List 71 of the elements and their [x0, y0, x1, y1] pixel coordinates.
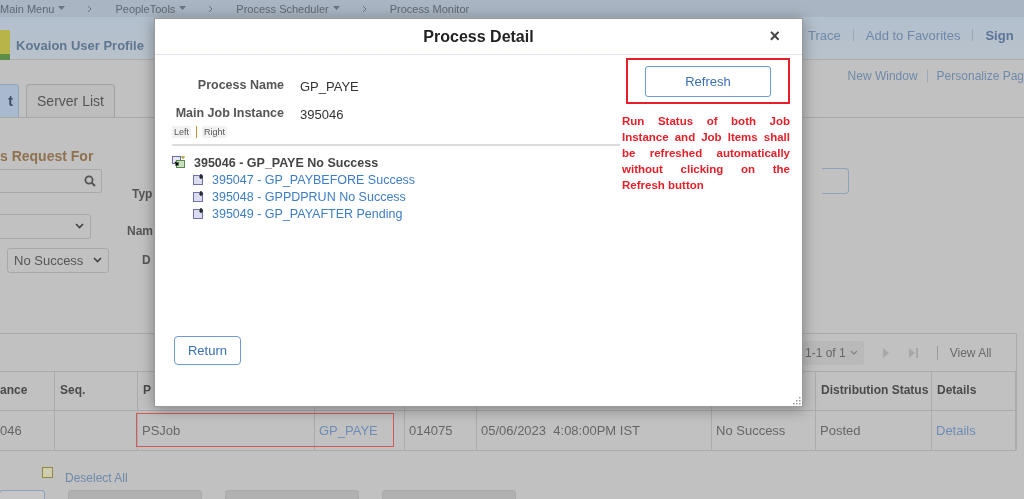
action-button[interactable] — [382, 490, 516, 499]
table-cell: 05/06/2023 4:08:00PM IST — [481, 423, 640, 438]
field-label: Process Name — [196, 78, 284, 92]
job-icon — [172, 156, 186, 169]
last-page-icon[interactable] — [907, 346, 919, 359]
refresh-button[interactable]: Refresh — [645, 65, 771, 97]
field-label: D — [142, 253, 151, 267]
view-tab[interactable]: Right — [202, 126, 228, 138]
view-all-link[interactable]: View All — [949, 345, 992, 360]
search-field[interactable] — [0, 169, 102, 193]
column-header: Distribution Status — [821, 384, 929, 398]
page-link[interactable]: New Window — [847, 69, 918, 83]
column-header: P — [143, 384, 151, 398]
job-item-icon — [193, 207, 205, 220]
column-header: Seq. — [60, 384, 86, 398]
job-item-icon — [193, 190, 205, 203]
deselect-all-link[interactable]: Deselect All — [65, 472, 128, 484]
view-tab[interactable]: Left — [172, 126, 191, 138]
tree-item[interactable]: 395048 - GPPDPRUN No Success — [212, 189, 406, 204]
section-heading: s Request For — [0, 148, 94, 166]
resize-grip-icon[interactable] — [792, 396, 801, 405]
chevron-down-icon — [75, 223, 84, 229]
column-header: ance — [0, 384, 28, 398]
field-value: GP_PAYE — [300, 78, 360, 94]
field-label: Main Job Instance — [174, 106, 284, 120]
table-cell: 014075 — [409, 423, 453, 438]
pager-dropdown[interactable]: 1-1 of 1 — [803, 340, 864, 365]
field-label: Typ — [132, 187, 153, 201]
header-link[interactable]: Trace — [808, 27, 841, 43]
return-button[interactable]: Return — [174, 336, 241, 365]
column-header: Details — [937, 384, 977, 398]
action-button[interactable] — [68, 490, 202, 499]
job-item-icon — [193, 173, 205, 186]
page-title: Kovaion User Profile — [16, 37, 144, 53]
tree-item[interactable]: 395047 - GP_PAYBEFORE Success — [212, 172, 416, 187]
tree-item[interactable]: 395049 - GP_PAYAFTER Pending — [212, 206, 403, 221]
dialog-title: Process Detail — [423, 28, 534, 46]
breadcrumb-link[interactable]: Main Menu — [0, 2, 66, 15]
details-link[interactable]: Details — [936, 423, 976, 438]
next-icon[interactable] — [881, 346, 890, 359]
table-cell: PSJob — [142, 423, 181, 438]
input-field[interactable] — [822, 168, 850, 194]
checkbox[interactable] — [42, 467, 53, 478]
table-cell: No Success — [716, 423, 786, 438]
breadcrumb-link[interactable]: PeopleTools — [115, 2, 187, 15]
tab[interactable]: Server List — [26, 84, 115, 117]
process-name-link[interactable]: GP_PAYE — [319, 423, 378, 438]
page-link[interactable]: Personalize Pag — [936, 69, 1024, 83]
field-label: Nam — [127, 224, 153, 238]
chevron-icon — [87, 4, 94, 13]
chevron-icon — [361, 4, 368, 13]
table-cell: 046 — [0, 423, 22, 438]
dropdown[interactable] — [0, 213, 91, 239]
header-link[interactable]: Sign — [985, 27, 1014, 43]
logo-icon — [0, 30, 10, 60]
search-icon — [84, 175, 96, 187]
chevron-down-icon — [849, 350, 858, 355]
chevron-down-icon — [93, 257, 102, 263]
chevron-icon — [208, 4, 215, 13]
run-status-dropdown[interactable]: No Success — [7, 247, 109, 273]
table-cell: Posted — [820, 423, 861, 438]
tree-item[interactable]: 395046 - GP_PAYE No Success — [194, 155, 379, 170]
action-button[interactable] — [0, 490, 45, 499]
header-link[interactable]: Add to Favorites — [865, 27, 961, 43]
action-button[interactable] — [225, 490, 359, 499]
field-value: 395046 — [300, 106, 345, 122]
breadcrumb-link[interactable]: Process Monitor — [389, 2, 470, 15]
breadcrumb-link[interactable]: Process Scheduler — [236, 2, 340, 15]
annotation-text: Run Status of both Job Instance and Job Items shall be refreshed automatically without clicking on the Refresh button — [622, 114, 790, 193]
tab[interactable]: t — [0, 84, 19, 117]
close-button[interactable]: × — [767, 26, 782, 46]
